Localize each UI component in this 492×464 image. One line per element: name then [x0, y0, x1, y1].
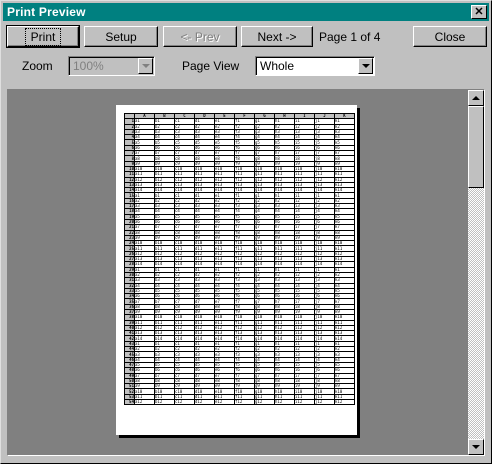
- spreadsheet-preview: A B C D E F G H I J K 1 a1 b1 c1 d1 e1 f1 g1 h1 i1 j1 k1 2 a2 b2 c…: [124, 112, 355, 406]
- print-preview-window: Print Preview ✕ Print Setup <- Prev Next…: [0, 0, 492, 464]
- close-icon[interactable]: ✕: [471, 5, 487, 19]
- zoom-label: Zoom: [22, 59, 53, 73]
- table-cell: i12: [294, 399, 315, 406]
- table-row: 24 a10 b10 c10 d10 e10 f10 g10 h10 i10 j10 k10: [124, 240, 355, 247]
- close-button[interactable]: Close: [413, 26, 487, 47]
- table-cell: d12: [194, 399, 215, 406]
- table-cell: c12: [174, 399, 195, 406]
- table-cell: j12: [314, 399, 335, 406]
- table-row: 39 a11 b11 c11 d11 e11 f11 g11 h11 i11 j11 k11: [124, 319, 355, 326]
- next-button-label: Next ->: [257, 30, 297, 44]
- prev-button-label: <- Prev: [180, 30, 220, 44]
- table-row: 38 a10 b10 c10 d10 e10 f10 g10 h10 i10 j10 k10: [124, 314, 355, 321]
- table-cell: h12: [274, 399, 295, 406]
- chevron-down-icon[interactable]: [138, 58, 153, 74]
- next-button[interactable]: Next ->: [241, 26, 313, 47]
- table-row: 13 a13 b13 c13 d13 e13 f13 g13 h13 i13 j13 k13: [124, 181, 355, 189]
- table-cell: e12: [214, 399, 235, 406]
- table-row: 54 a12 b12 c12 d12 e12 f12 g12 h12 i12 j12 k12: [124, 399, 355, 406]
- preview-page: A B C D E F G H I J K 1 a1 b1 c1 d1 e1 f1 g1 h1 i1 j1 k1 2 a2 b2 c…: [116, 105, 357, 435]
- arrow-up-icon[interactable]: [468, 90, 484, 106]
- page-view-label: Page View: [182, 59, 240, 73]
- vertical-scrollbar[interactable]: [468, 90, 484, 455]
- table-cell: k12: [334, 399, 355, 406]
- row-header: 54: [124, 399, 135, 406]
- table-row: 53 a11 b11 c11 d11 e11 f11 g11 h11 i11 j11 k11: [124, 393, 355, 401]
- preview-area: A B C D E F G H I J K 1 a1 b1 c1 d1 e1 f1 g1 h1 i1 j1 k1 2 a2 b2 c…: [7, 89, 485, 456]
- table-row: 11 a11 b11 c11 d11 e11 f11 g11 h11 i11 j11 k11: [124, 171, 355, 178]
- table-cell: g12: [254, 399, 275, 406]
- table-row: 14 a14 b14 c14 d14 e14 f14 g14 h14 i14 j14 k14: [124, 187, 355, 194]
- table-row: 40 a12 b12 c12 d12 e12 f12 g12 h12 i12 j12 k12: [124, 324, 355, 332]
- table-cell: b12: [154, 399, 175, 406]
- print-button[interactable]: Print: [6, 25, 80, 48]
- table-row: 52 a10 b10 c10 d10 e10 f10 g10 h10 i10 j10 k10: [124, 388, 355, 395]
- table-row: 26 a12 b12 c12 d12 e12 f12 g12 h12 i12 j12 k12: [124, 250, 355, 258]
- title-bar[interactable]: Print Preview ✕: [3, 3, 489, 21]
- table-row: 42 a14 b14 c14 d14 e14 f14 g14 h14 i14 j14 k14: [124, 335, 355, 342]
- zoom-select[interactable]: 100%: [68, 56, 155, 76]
- table-row: 25 a11 b11 c11 d11 e11 f11 g11 h11 i11 j11 k11: [124, 245, 355, 252]
- table-row: 10 a10 b10 c10 d10 e10 f10 g10 h10 i10 j10 k10: [124, 165, 355, 173]
- arrow-down-icon[interactable]: [468, 439, 484, 455]
- table-cell: f12: [234, 399, 255, 406]
- page-status: Page 1 of 4: [319, 30, 381, 44]
- table-row: 28 a14 b14 c14 d14 e14 f14 g14 h14 i14 j14 k14: [124, 261, 355, 268]
- page-view-select[interactable]: Whole: [255, 56, 375, 76]
- page-view-value: Whole: [260, 59, 295, 73]
- table-cell: a12: [134, 399, 155, 406]
- chevron-down-icon[interactable]: [358, 58, 373, 74]
- setup-button[interactable]: Setup: [84, 26, 158, 47]
- scroll-thumb[interactable]: [468, 106, 484, 188]
- table-row: 41 a13 b13 c13 d13 e13 f13 g13 h13 i13 j13 k13: [124, 330, 355, 337]
- print-button-label: Print: [24, 28, 62, 46]
- table-row: 12 a12 b12 c12 d12 e12 f12 g12 h12 i12 j12 k12: [124, 176, 355, 183]
- close-button-label: Close: [434, 30, 466, 44]
- prev-button[interactable]: <- Prev: [163, 26, 237, 47]
- table-row: 27 a13 b13 c13 d13 e13 f13 g13 h13 i13 j13 k13: [124, 255, 355, 263]
- window-title: Print Preview: [7, 5, 86, 19]
- setup-button-label: Setup: [105, 30, 137, 44]
- zoom-value: 100%: [73, 59, 104, 73]
